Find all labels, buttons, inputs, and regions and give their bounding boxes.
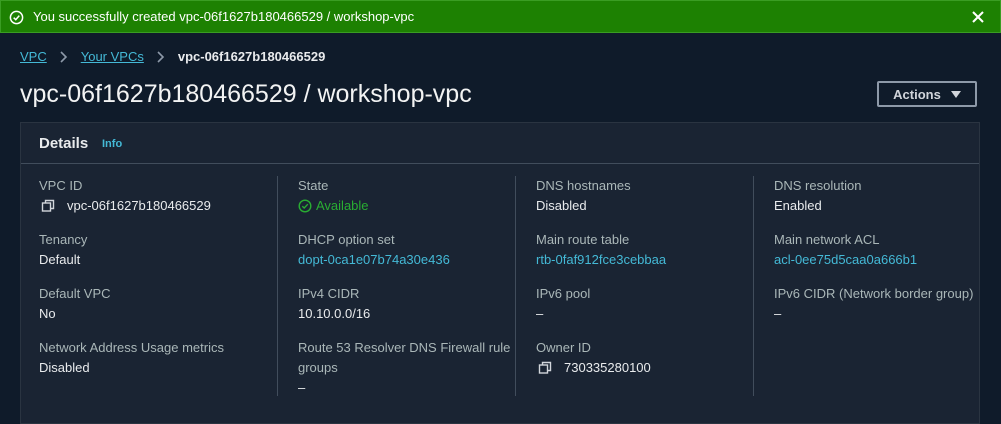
field-label: Owner ID — [536, 340, 591, 355]
field-main-route-table: Main route table rtb-0faf912fce3cebbaa — [536, 230, 756, 270]
field-label: DNS resolution — [774, 178, 862, 193]
field-value: – — [298, 380, 306, 395]
chevron-right-icon — [157, 50, 164, 63]
field-vpc-id: VPC ID vpc-06f1627b180466529 — [39, 176, 259, 216]
field-dhcp-option-set: DHCP option set dopt-0ca1e07b74a30e436 — [298, 230, 518, 270]
page-title: vpc-06f1627b180466529 / workshop-vpc — [20, 80, 472, 108]
info-link[interactable]: Info — [102, 138, 122, 150]
field-value: Enabled — [774, 198, 822, 213]
field-label: Main network ACL — [774, 232, 880, 247]
field-default-vpc: Default VPC No — [39, 284, 259, 324]
details-panel: Details Info VPC ID vpc-06f1627b18046652… — [20, 122, 980, 424]
dhcp-option-set-link[interactable]: dopt-0ca1e07b74a30e436 — [298, 250, 518, 270]
breadcrumb-current: vpc-06f1627b180466529 — [177, 49, 326, 64]
caret-down-icon — [950, 90, 961, 98]
field-label: IPv6 pool — [536, 286, 591, 301]
field-dns-resolution: DNS resolution Enabled — [774, 176, 994, 216]
chevron-right-icon — [60, 50, 67, 63]
field-state: State Available — [298, 176, 518, 216]
field-value: Disabled — [536, 198, 587, 213]
copy-icon[interactable] — [41, 199, 55, 213]
field-route53-resolver: Route 53 Resolver DNS Firewall rule grou… — [298, 338, 518, 398]
field-ipv4-cidr: IPv4 CIDR 10.10.0.0/16 — [298, 284, 518, 324]
field-label: State — [298, 178, 329, 193]
field-value: vpc-06f1627b180466529 — [39, 196, 259, 216]
field-label: VPC ID — [39, 178, 83, 193]
main-route-table-link[interactable]: rtb-0faf912fce3cebbaa — [536, 250, 756, 270]
field-label: Route 53 Resolver DNS Firewall rule grou… — [298, 340, 511, 375]
field-label: IPv4 CIDR — [298, 286, 360, 301]
field-label: DHCP option set — [298, 232, 395, 247]
details-header: Details Info — [21, 123, 979, 164]
copy-icon[interactable] — [538, 361, 552, 375]
close-icon[interactable] — [970, 9, 986, 25]
details-title: Details — [39, 135, 89, 152]
flash-message: You successfully created vpc-06f1627b180… — [33, 9, 415, 24]
field-value: 10.10.0.0/16 — [298, 306, 371, 321]
field-label: DNS hostnames — [536, 178, 631, 193]
field-ipv6-cidr: IPv6 CIDR (Network border group) – — [774, 284, 994, 324]
owner-id-value: 730335280100 — [564, 360, 651, 375]
field-value: – — [536, 306, 544, 321]
field-value: 730335280100 — [536, 358, 756, 378]
field-label: Main route table — [536, 232, 630, 247]
actions-button[interactable]: Actions — [877, 81, 977, 107]
details-column-3: DNS hostnames Disabled Main route table … — [515, 176, 754, 396]
field-main-network-acl: Main network ACL acl-0ee75d5caa0a666b1 — [774, 230, 994, 270]
details-column-4: DNS resolution Enabled Main network ACL … — [753, 176, 992, 396]
state-value: Available — [316, 198, 369, 213]
main-network-acl-link[interactable]: acl-0ee75d5caa0a666b1 — [774, 250, 994, 270]
field-label: Default VPC — [39, 286, 111, 301]
field-label: Tenancy — [39, 232, 88, 247]
field-label: Network Address Usage metrics — [39, 340, 224, 355]
field-value: – — [774, 306, 782, 321]
actions-button-label: Actions — [893, 86, 941, 102]
field-tenancy: Tenancy Default — [39, 230, 259, 270]
status-ok-icon — [298, 199, 312, 213]
details-column-2: State Available DHCP option set dopt-0ca… — [277, 176, 516, 396]
field-label: IPv6 CIDR (Network border group) — [774, 286, 974, 301]
vpc-id-value: vpc-06f1627b180466529 — [67, 198, 211, 213]
field-owner-id: Owner ID 730335280100 — [536, 338, 756, 378]
field-value: No — [39, 306, 56, 321]
success-flash-banner: You successfully created vpc-06f1627b180… — [0, 0, 1001, 33]
success-check-icon — [9, 10, 24, 25]
breadcrumb: VPC Your VPCs vpc-06f1627b180466529 — [20, 49, 325, 64]
field-value: Default — [39, 252, 81, 267]
breadcrumb-vpc-link[interactable]: VPC — [20, 49, 47, 64]
field-value: Available — [298, 196, 518, 216]
breadcrumb-your-vpcs-link[interactable]: Your VPCs — [81, 49, 144, 64]
field-ipv6-pool: IPv6 pool – — [536, 284, 756, 324]
field-dns-hostnames: DNS hostnames Disabled — [536, 176, 756, 216]
field-value: Disabled — [39, 360, 90, 375]
details-column-1: VPC ID vpc-06f1627b180466529 Tenancy Def… — [39, 176, 277, 396]
field-network-address-usage: Network Address Usage metrics Disabled — [39, 338, 259, 378]
